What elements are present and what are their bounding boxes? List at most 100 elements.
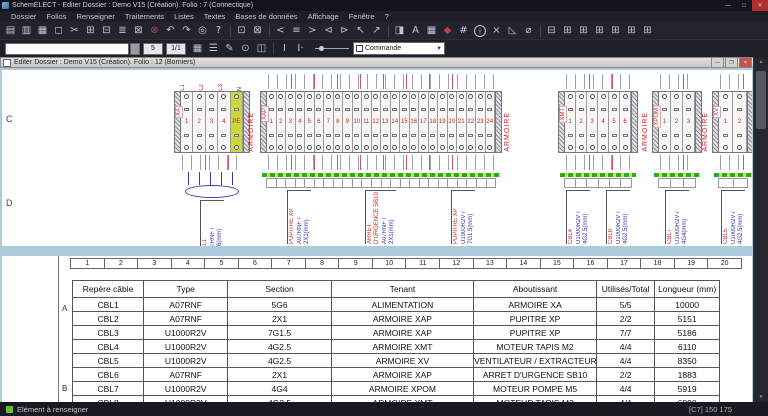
window-edit-1-icon[interactable]: ⊞ (560, 24, 575, 38)
terminal[interactable]: 4 (598, 92, 609, 152)
terminal[interactable]: 15 (400, 92, 410, 152)
scroll-up-icon[interactable]: ▲ (754, 57, 768, 67)
terminal[interactable]: 13 (381, 92, 391, 152)
target-icon[interactable]: ◎ (195, 24, 210, 38)
new-file-icon[interactable]: ▤ (3, 24, 18, 38)
insert-table-icon[interactable]: ▦ (424, 24, 439, 38)
minimize-button[interactable]: — (720, 0, 736, 11)
command-search-input[interactable] (5, 43, 129, 55)
selection-icon[interactable]: ◻ (51, 24, 66, 38)
terminal[interactable]: 2 (193, 92, 205, 152)
scrollbar-thumb[interactable] (756, 71, 766, 129)
close-button[interactable]: ✕ (752, 0, 768, 11)
terminal[interactable]: 4 (218, 92, 230, 152)
table-row[interactable]: CBL1A07RNF5G6ALIMENTATIONARMOIRE XA5/510… (73, 298, 720, 312)
pencil-icon[interactable]: ✎ (222, 42, 237, 56)
record-icon[interactable]: ⊗ (147, 24, 162, 38)
window-edit-4-icon[interactable]: ⊞ (608, 24, 623, 38)
doc-close-button[interactable]: × (739, 57, 752, 68)
menu-item-9[interactable]: ? (380, 11, 394, 22)
table-row[interactable]: CBL2A07RNF2X1ARMOIRE XAPPUPITRE XP2/2515… (73, 312, 720, 326)
terminal[interactable]: 1 (719, 92, 733, 152)
grid-hash-icon[interactable]: # (456, 24, 471, 38)
insert-connector-icon[interactable]: ◆ (440, 24, 455, 38)
table-row[interactable]: CBL4U1000R2V4G2.5ARMOIRE XMTMOTEUR TAPIS… (73, 340, 720, 354)
doc-minimize-button[interactable]: — (711, 57, 724, 68)
terminal[interactable]: 2 (671, 92, 683, 152)
terminal[interactable]: 5 (609, 92, 620, 152)
terminal[interactable]: 11 (362, 92, 372, 152)
cut-icon[interactable]: ✂ (67, 24, 82, 38)
commande-select[interactable]: Commande ▼ (353, 42, 445, 55)
window-base-icon[interactable]: ⊟ (544, 24, 559, 38)
terminal[interactable]: 20 (448, 92, 458, 152)
vertical-scrollbar[interactable]: ▲ ▼ (753, 57, 768, 402)
terminal[interactable]: 3 (206, 92, 218, 152)
redo-icon[interactable]: ↷ (179, 24, 194, 38)
help-icon[interactable]: ? (211, 24, 226, 38)
lamp-icon[interactable]: ⊙ (238, 42, 253, 56)
menu-item-2[interactable]: Renseigner (71, 11, 119, 22)
save-icon[interactable]: ▦ (35, 24, 50, 38)
pointer-icon[interactable]: ↖ (353, 24, 368, 38)
terminal[interactable]: 19 (438, 92, 448, 152)
terminal[interactable]: 4 (296, 92, 306, 152)
terminal[interactable]: 2 (733, 92, 747, 152)
doc-restore-button[interactable]: ❐ (725, 57, 738, 68)
table-folio-canvas[interactable]: 1234567891011121314151617181920 Repère c… (2, 256, 752, 402)
layers-icon[interactable]: ☰ (206, 42, 221, 56)
paste-icon[interactable]: ⊟ (99, 24, 114, 38)
table-row[interactable]: CBL7U1000R2V4G4ARMOIRE XPOMMOTEUR POMPE … (73, 382, 720, 396)
window-edit-2-icon[interactable]: ⊞ (576, 24, 591, 38)
pointer-snap-icon[interactable]: ↗ (369, 24, 384, 38)
terminal[interactable]: 23 (476, 92, 486, 152)
menu-item-6[interactable]: Bases de données (230, 11, 302, 22)
measure-icon[interactable]: ◺ (505, 24, 520, 38)
menu-item-5[interactable]: Textes (199, 11, 231, 22)
cursor-ibeam-icon[interactable]: I (277, 42, 292, 56)
folio-list-icon[interactable]: ≡ (289, 24, 304, 38)
zoom-slider[interactable] (315, 48, 349, 49)
commande-checkbox[interactable] (356, 45, 363, 52)
menu-item-7[interactable]: Affichage (303, 11, 344, 22)
terminal[interactable]: 17 (419, 92, 429, 152)
table-row[interactable]: CBL5U1000R2V4G2.5ARMOIRE XVVENTILATEUR /… (73, 354, 720, 368)
schematic-canvas[interactable]: L1L2L3NXA1234PECBL1A07RNF / 5G6(mm)XAP12… (2, 70, 752, 246)
cursor-ibeam-ref-icon[interactable]: I· (293, 42, 308, 56)
table-row[interactable]: CBL6A07RNF2X1ARMOIRE XAPARRET D'URGENCE … (73, 368, 720, 382)
goto-last-icon[interactable]: ⊳ (337, 24, 352, 38)
terminal-strip-xmt[interactable]: XMT123456CBL4U1000R2V / 4G2.5(mm)CBL8U10… (558, 74, 638, 244)
menu-item-3[interactable]: Traitements (120, 11, 169, 22)
capture-zone-icon[interactable]: ⊠ (250, 24, 265, 38)
window-edit-6-icon[interactable]: ⊞ (640, 24, 655, 38)
terminal[interactable]: 24 (486, 92, 496, 152)
print-icon[interactable]: ≣ (115, 24, 130, 38)
terminal-strip-xa[interactable]: L1L2L3NXA1234PECBL1A07RNF / 5G6(mm) (174, 74, 250, 246)
terminal[interactable]: 8 (334, 92, 344, 152)
terminal[interactable]: 2 (277, 92, 287, 152)
menu-item-0[interactable]: Dossier (6, 11, 41, 22)
undo-icon[interactable]: ↶ (163, 24, 178, 38)
terminal[interactable]: 16 (410, 92, 420, 152)
terminal[interactable]: 21 (457, 92, 467, 152)
terminal[interactable]: 3 (683, 92, 695, 152)
scale-button[interactable]: 5 (143, 43, 163, 55)
terminal[interactable]: 5 (305, 92, 315, 152)
terminal[interactable]: 14 (391, 92, 401, 152)
copy-icon[interactable]: ⊞ (83, 24, 98, 38)
grid-display-icon[interactable]: ▦ (190, 42, 205, 56)
capture-view-icon[interactable]: ⊡ (234, 24, 249, 38)
window-edit-3-icon[interactable]: ⊞ (592, 24, 607, 38)
command-search-dropdown-icon[interactable] (130, 43, 140, 55)
menu-item-8[interactable]: Fenêtre (344, 11, 380, 22)
terminal[interactable]: 22 (467, 92, 477, 152)
insert-text-icon[interactable]: A (408, 24, 423, 38)
document-window-titlebar[interactable]: Editer Dossier : Demo V15 (Création). Fo… (0, 57, 754, 68)
insert-symbol-icon[interactable]: ◨ (392, 24, 407, 38)
terminal[interactable]: 7 (324, 92, 334, 152)
maximize-button[interactable]: □ (736, 0, 752, 11)
terminal-strip-xap[interactable]: XAP1234567891011121314151617181920212223… (260, 74, 502, 244)
terminal-strip-xv[interactable]: XV12CBL5U1000R2V / 4G2.5(mm) (712, 74, 752, 244)
terminal[interactable]: 1 (181, 92, 193, 152)
menu-item-4[interactable]: Listes (169, 11, 199, 22)
